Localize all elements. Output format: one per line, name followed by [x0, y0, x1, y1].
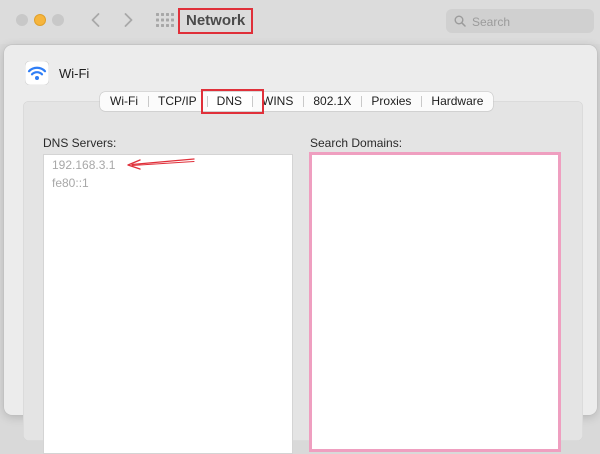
- tab-proxies[interactable]: Proxies: [361, 92, 421, 111]
- tab-bar: Wi-Fi TCP/IP DNS WINS 802.1X Proxies Har…: [100, 92, 494, 111]
- search-domains-list[interactable]: [309, 152, 561, 452]
- tab-tcpip[interactable]: TCP/IP: [147, 92, 207, 111]
- dns-servers-list[interactable]: 192.168.3.1 fe80::1: [43, 154, 293, 454]
- tab-hardware[interactable]: Hardware: [421, 92, 493, 111]
- search-input[interactable]: [470, 9, 592, 35]
- list-item[interactable]: 192.168.3.1: [52, 158, 115, 172]
- window-title: Network: [178, 8, 254, 34]
- tab-wins[interactable]: WINS: [252, 92, 303, 111]
- network-advanced-sheet: Wi-Fi Wi-Fi TCP/IP DNS WINS 802.1X Proxi…: [4, 45, 597, 454]
- list-item[interactable]: fe80::1: [52, 176, 89, 190]
- tab-8021x[interactable]: 802.1X: [303, 92, 361, 111]
- back-arrow-icon[interactable]: [86, 10, 106, 30]
- annotation-arrow-icon: [127, 158, 195, 170]
- tab-dns[interactable]: DNS: [206, 92, 252, 111]
- tab-wifi[interactable]: Wi-Fi: [100, 92, 148, 111]
- wifi-icon: [25, 61, 49, 85]
- close-window-button[interactable]: [16, 14, 28, 26]
- interface-name: Wi-Fi: [59, 66, 90, 81]
- window-toolbar: Network: [0, 0, 600, 44]
- search-field[interactable]: [446, 9, 594, 35]
- zoom-window-button[interactable]: [52, 14, 64, 26]
- forward-arrow-icon[interactable]: [118, 10, 138, 30]
- show-all-grid-icon[interactable]: [156, 13, 174, 27]
- minimize-window-button[interactable]: [34, 14, 46, 26]
- dns-servers-label: DNS Servers:: [43, 136, 117, 150]
- search-domains-label: Search Domains:: [310, 136, 403, 150]
- search-icon: [454, 15, 466, 27]
